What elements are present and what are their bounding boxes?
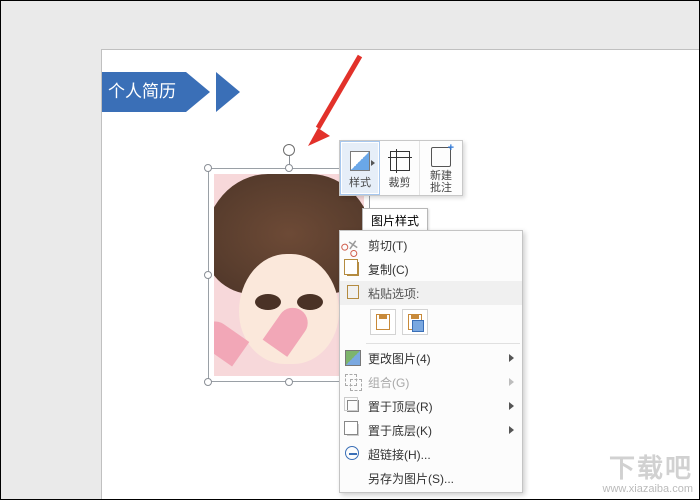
paste-option-2[interactable]: [402, 309, 428, 335]
watermark-brand: 下载吧: [603, 448, 693, 485]
banner-title: 个人简历: [102, 72, 186, 112]
submenu-arrow-icon: [509, 378, 514, 386]
separator: [366, 343, 520, 344]
menu-send-back[interactable]: 置于底层(K): [340, 418, 522, 442]
menu-bring-front[interactable]: 置于顶层(R): [340, 394, 522, 418]
paste-options: [340, 305, 522, 341]
change-picture-icon: [345, 350, 361, 366]
resize-handle-w[interactable]: [204, 271, 212, 279]
send-back-icon: [347, 424, 359, 436]
comment-icon: [431, 147, 451, 167]
resize-handle-s[interactable]: [285, 378, 293, 386]
style-icon: [350, 151, 370, 171]
mini-toolbar: 样式 裁剪 新建 批注: [339, 140, 463, 196]
context-menu: 剪切(T) 复制(C) 粘贴选项: 更改图片(4) 组合(G) 置于顶层(R): [339, 230, 523, 493]
submenu-arrow-icon: [509, 354, 514, 362]
style-button[interactable]: 样式: [340, 141, 380, 195]
menu-copy[interactable]: 复制(C): [340, 257, 522, 281]
group-icon: [345, 374, 361, 390]
menu-save-as-picture[interactable]: 另存为图片(S)...: [340, 466, 522, 490]
banner-arrow-2: [216, 72, 240, 112]
chevron-banner: 个人简历: [102, 72, 240, 112]
link-icon: [345, 446, 359, 460]
submenu-arrow-icon: [509, 402, 514, 410]
annotation-arrow: [300, 50, 370, 150]
document-area: 个人简历 样式 裁剪: [101, 49, 699, 499]
rotate-handle[interactable]: [283, 144, 295, 156]
banner-tail: [186, 72, 210, 112]
resize-handle-n[interactable]: [285, 164, 293, 172]
resize-handle-sw[interactable]: [204, 378, 212, 386]
new-comment-button[interactable]: 新建 批注: [420, 141, 462, 195]
copy-icon: [347, 262, 359, 276]
menu-paste-header: 粘贴选项:: [340, 281, 522, 305]
submenu-arrow-icon: [509, 426, 514, 434]
menu-cut[interactable]: 剪切(T): [340, 233, 522, 257]
new-comment-label: 新建 批注: [430, 170, 452, 194]
watermark-url: www.xiazaiba.com: [603, 483, 693, 495]
bring-front-icon: [347, 400, 359, 412]
crop-button[interactable]: 裁剪: [380, 141, 420, 195]
crop-icon: [390, 151, 410, 171]
resize-handle-nw[interactable]: [204, 164, 212, 172]
crop-label: 裁剪: [389, 174, 411, 190]
menu-hyperlink[interactable]: 超链接(H)...: [340, 442, 522, 466]
watermark: 下载吧 www.xiazaiba.com: [603, 448, 693, 495]
menu-change-picture[interactable]: 更改图片(4): [340, 346, 522, 370]
style-label: 样式: [349, 174, 371, 190]
paste-icon: [347, 285, 359, 299]
paste-option-1[interactable]: [370, 309, 396, 335]
menu-group: 组合(G): [340, 370, 522, 394]
cut-icon: [342, 234, 364, 256]
